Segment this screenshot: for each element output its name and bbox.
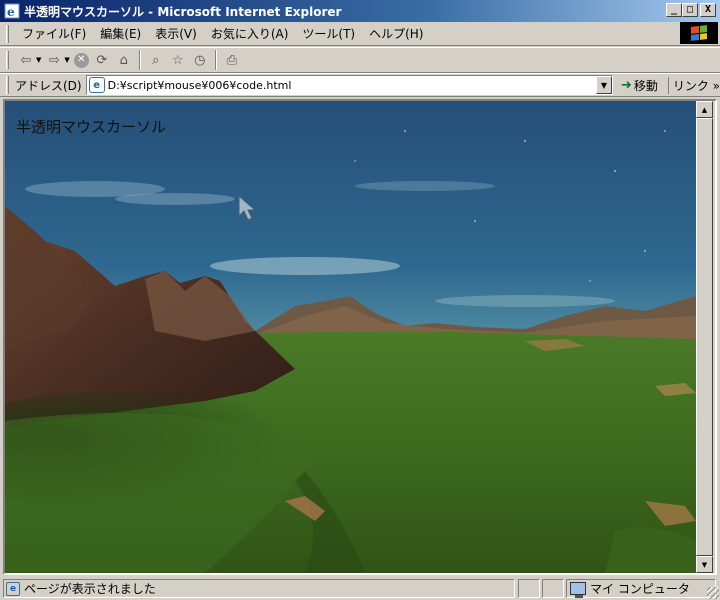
stop-icon: ✕ — [73, 52, 89, 68]
history-icon: ◷ — [194, 52, 206, 68]
forward-icon: ⇨ — [48, 52, 60, 68]
page-done-icon: e — [6, 581, 20, 596]
back-button[interactable]: ⇦ ▼ — [17, 49, 42, 71]
menu-grip[interactable] — [6, 24, 9, 43]
toolbar-separator — [214, 50, 217, 70]
address-label: アドレス(D) — [14, 78, 82, 93]
refresh-icon: ⟳ — [96, 52, 108, 68]
landscape-background — [5, 101, 696, 573]
windows-flag-icon — [691, 25, 707, 41]
status-bar: e ページが表示されました マイ コンピュータ — [0, 577, 720, 600]
status-panel-security — [542, 579, 564, 598]
status-text-panel: e ページが表示されました — [3, 579, 515, 598]
stop-button[interactable]: ✕ — [73, 49, 89, 71]
history-button[interactable]: ◷ — [191, 49, 209, 71]
print-icon: ⎙ — [226, 52, 237, 68]
menu-tools[interactable]: ツール(T) — [295, 25, 362, 42]
favorites-icon: ☆ — [171, 52, 184, 68]
address-dropdown-icon[interactable]: ▼ — [595, 76, 612, 94]
search-button[interactable]: ⌕ — [147, 49, 165, 71]
toolbar-grip[interactable] — [6, 51, 9, 69]
scroll-thumb[interactable] — [696, 118, 713, 556]
status-panel-progress — [518, 579, 540, 598]
window-title: 半透明マウスカーソル - Microsoft Internet Explorer — [24, 4, 342, 19]
menu-view[interactable]: 表示(V) — [148, 25, 204, 42]
menu-edit[interactable]: 編集(E) — [93, 25, 148, 42]
menu-file[interactable]: ファイル(F) — [15, 25, 93, 42]
ie-app-icon[interactable]: e — [4, 3, 20, 19]
zone-label: マイ コンピュータ — [590, 582, 690, 596]
links-button[interactable]: リンク » — [667, 76, 720, 94]
address-grip[interactable] — [6, 76, 9, 94]
print-button[interactable]: ⎙ — [223, 49, 241, 71]
address-bar: アドレス(D) e D:¥script¥mouse¥006¥code.html … — [0, 73, 720, 97]
toolbar-separator — [138, 50, 141, 70]
vertical-scrollbar[interactable]: ▲ ▼ — [696, 101, 713, 573]
forward-button[interactable]: ⇨ ▼ — [45, 49, 70, 71]
address-input[interactable]: e D:¥script¥mouse¥006¥code.html ▼ — [85, 75, 613, 95]
menu-favorites[interactable]: お気に入り(A) — [204, 25, 296, 42]
page-heading: 半透明マウスカーソル — [16, 118, 167, 136]
go-label: 移動 — [633, 78, 658, 93]
menu-help[interactable]: ヘルプ(H) — [362, 25, 430, 42]
close-button[interactable]: X — [700, 3, 716, 17]
scroll-down-button[interactable]: ▼ — [696, 556, 713, 573]
address-url[interactable]: D:¥script¥mouse¥006¥code.html — [108, 79, 292, 92]
status-text: ページが表示されました — [24, 582, 156, 596]
security-zone-panel: マイ コンピュータ — [566, 579, 716, 598]
windows-logo-throbber — [680, 22, 718, 44]
my-computer-icon — [570, 582, 586, 598]
back-dropdown-icon[interactable]: ▼ — [36, 56, 41, 64]
home-button[interactable]: ⌂ — [115, 49, 133, 71]
title-bar[interactable]: e 半透明マウスカーソル - Microsoft Internet Explor… — [0, 0, 720, 22]
page-icon: e — [88, 77, 105, 93]
go-arrow-icon: ➜ — [620, 77, 632, 93]
minimize-button[interactable]: _ — [666, 3, 682, 17]
home-icon: ⌂ — [119, 52, 128, 68]
standard-toolbar: ⇦ ▼ ⇨ ▼ ✕ ⟳ ⌂ ⌕ ☆ ◷ ⎙ — [0, 47, 720, 73]
menu-bar: ファイル(F) 編集(E) 表示(V) お気に入り(A) ツール(T) ヘルプ(… — [0, 22, 720, 46]
resize-grip[interactable] — [707, 587, 719, 599]
refresh-button[interactable]: ⟳ — [93, 49, 111, 71]
maximize-button[interactable]: □ — [682, 3, 698, 17]
scroll-up-button[interactable]: ▲ — [696, 101, 713, 118]
search-icon: ⌕ — [152, 52, 160, 68]
favorites-button[interactable]: ☆ — [169, 49, 187, 71]
page-viewport[interactable]: 半透明マウスカーソル — [5, 101, 696, 573]
translucent-cursor-icon — [237, 194, 263, 226]
back-icon: ⇦ — [20, 52, 32, 68]
forward-dropdown-icon[interactable]: ▼ — [64, 56, 69, 64]
go-button[interactable]: ➜ 移動 — [621, 77, 658, 94]
svg-text:e: e — [7, 5, 15, 19]
